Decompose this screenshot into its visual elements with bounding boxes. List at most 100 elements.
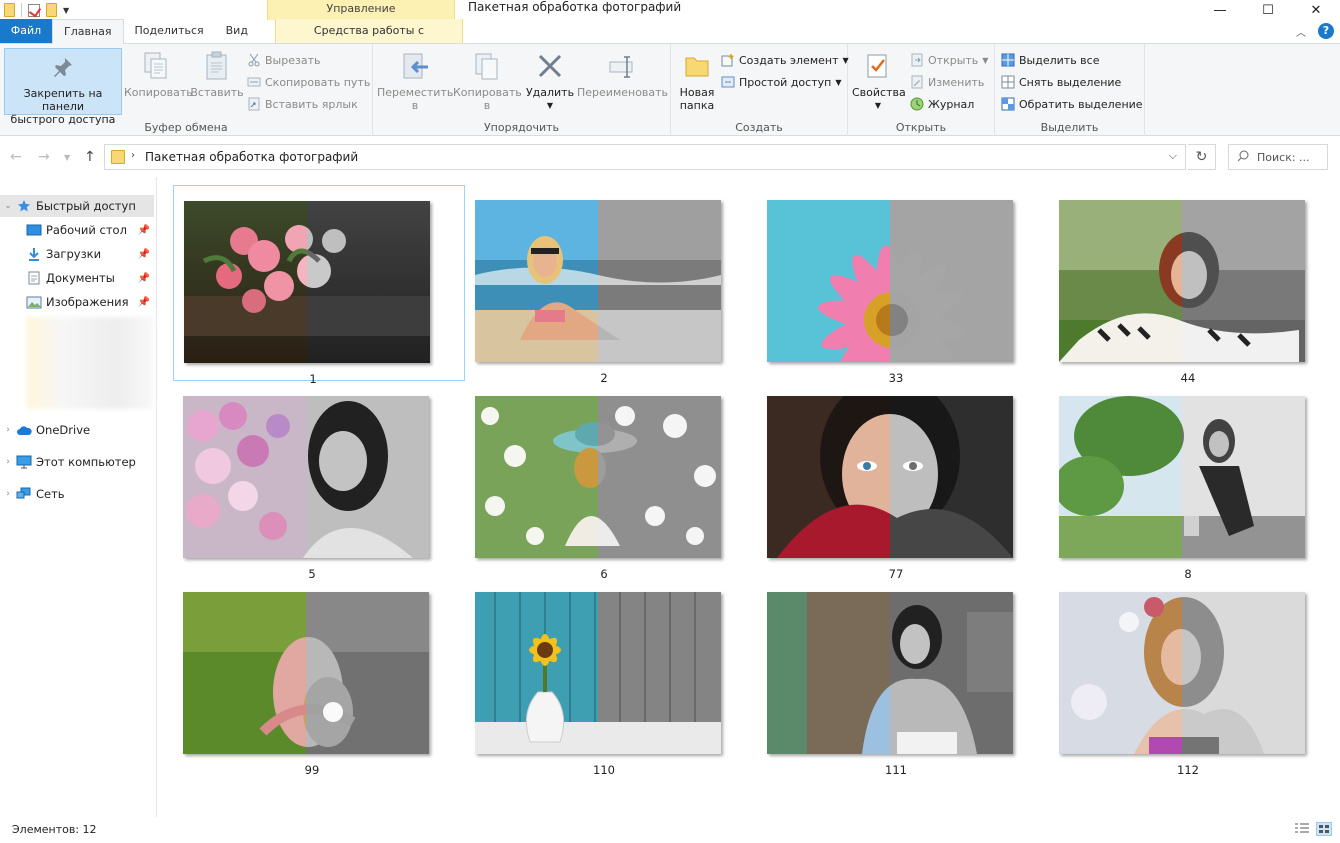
tab-file[interactable]: Файл xyxy=(0,19,52,43)
back-arrow-icon[interactable]: ← xyxy=(10,149,22,165)
refresh-button[interactable]: ↻ xyxy=(1188,144,1216,170)
expand-chevron-icon[interactable]: › xyxy=(0,489,16,499)
properties-button[interactable]: Свойства ▼ xyxy=(852,48,906,112)
minimize-button[interactable]: — xyxy=(1196,0,1244,20)
copy-to-label-1: Копировать xyxy=(453,86,522,99)
items-count: Элементов: 12 xyxy=(12,823,97,836)
nav-label-onedrive: OneDrive xyxy=(36,423,91,437)
file-label[interactable]: 112 xyxy=(1049,763,1327,777)
file-tile[interactable]: 2 xyxy=(465,185,757,385)
file-tile[interactable]: 77 xyxy=(757,381,1049,581)
file-tile[interactable]: 8 xyxy=(1049,381,1340,581)
beach-woman-photo-icon xyxy=(475,200,721,362)
address-bar[interactable]: › Пакетная обработка фотографий ⌵ xyxy=(104,144,1186,170)
collapse-chevron-icon[interactable]: ⌄ xyxy=(0,201,16,211)
nav-item-network[interactable]: › Сеть xyxy=(0,483,154,505)
file-tile[interactable]: 33 xyxy=(757,185,1049,385)
invert-selection-button[interactable]: Обратить выделение xyxy=(1001,94,1143,114)
edit-button[interactable]: Изменить xyxy=(910,72,984,92)
details-view-icon[interactable] xyxy=(1294,822,1310,836)
file-tile[interactable]: 44 xyxy=(1049,185,1340,385)
customize-qat-icon[interactable]: ▼ xyxy=(63,6,69,15)
copy-button[interactable]: Копировать xyxy=(124,48,193,99)
nav-item-onedrive[interactable]: › OneDrive xyxy=(0,419,154,441)
paste-shortcut-button[interactable]: Вставить ярлык xyxy=(247,94,358,114)
open-dropdown-icon: ▼ xyxy=(982,55,989,65)
folder-icon[interactable] xyxy=(4,3,15,17)
rename-button[interactable]: Переименовать xyxy=(577,48,668,99)
tab-view[interactable]: Вид xyxy=(215,19,259,43)
new-folder-label-2: папка xyxy=(679,99,715,112)
breadcrumb-chevron-icon[interactable]: › xyxy=(131,150,135,161)
tab-picture-tools[interactable]: Средства работы с рисунками xyxy=(274,19,463,61)
forward-arrow-icon[interactable]: → xyxy=(38,149,50,165)
folder-icon xyxy=(111,150,125,164)
recent-locations-icon[interactable]: ▼ xyxy=(64,153,70,162)
nav-item-quick-access[interactable]: ⌄ Быстрый доступ xyxy=(0,195,154,217)
open-button[interactable]: Открыть ▼ xyxy=(910,50,988,70)
copy-to-button[interactable]: Копировать в xyxy=(453,48,522,112)
help-icon[interactable]: ? xyxy=(1318,23,1334,39)
large-icons-view-icon[interactable] xyxy=(1316,822,1332,836)
nav-item-this-pc[interactable]: › Этот компьютер xyxy=(0,451,154,473)
file-label[interactable]: 111 xyxy=(757,763,1035,777)
tab-share[interactable]: Поделиться xyxy=(124,19,215,43)
file-tile[interactable]: 5 xyxy=(173,381,465,581)
easy-access-button[interactable]: Простой доступ ▼ xyxy=(721,72,841,92)
tab-home[interactable]: Главная xyxy=(52,19,124,44)
nav-label-downloads: Загрузки xyxy=(46,247,102,261)
delete-button[interactable]: Удалить ▼ xyxy=(525,48,575,112)
file-tile[interactable]: 99 xyxy=(173,577,465,777)
copy-path-button[interactable]: Скопировать путь xyxy=(247,72,370,92)
file-tile[interactable]: 110 xyxy=(465,577,757,777)
search-input[interactable]: Поиск: ... xyxy=(1228,144,1328,170)
open-group: Свойства ▼ Открыть ▼ Изменить Журнал Отк… xyxy=(848,44,995,136)
nav-item-downloads[interactable]: Загрузки 📌 xyxy=(0,243,154,265)
breadcrumb[interactable]: Пакетная обработка фотографий xyxy=(145,150,358,164)
file-tile[interactable]: 1 xyxy=(173,185,465,386)
ribbon-collapse-icon[interactable]: ︿ xyxy=(1296,24,1306,39)
history-button[interactable]: Журнал xyxy=(910,94,974,114)
file-label[interactable]: 99 xyxy=(173,763,451,777)
expand-chevron-icon[interactable]: › xyxy=(0,425,16,435)
select-all-button[interactable]: Выделить все xyxy=(1001,50,1099,70)
rename-icon xyxy=(606,50,638,82)
move-to-button[interactable]: Переместить в xyxy=(377,48,453,112)
new-group-label: Создать xyxy=(735,121,783,134)
nav-item-pictures[interactable]: Изображения 📌 xyxy=(0,291,154,313)
select-all-label: Выделить все xyxy=(1019,53,1100,67)
select-none-button[interactable]: Снять выделение xyxy=(1001,72,1121,92)
properties-icon[interactable] xyxy=(28,3,40,17)
file-label[interactable]: 110 xyxy=(465,763,743,777)
copy-to-label-2: в xyxy=(483,99,491,112)
new-item-button[interactable]: Создать элемент ▼ xyxy=(721,50,849,70)
clipboard-group: Закрепить на панели быстрого доступа Коп… xyxy=(0,44,373,136)
maximize-button[interactable]: ☐ xyxy=(1244,0,1292,20)
edit-label: Изменить xyxy=(928,75,985,89)
file-tile[interactable]: 111 xyxy=(757,577,1049,777)
new-group: Новая папка Создать элемент ▼ Простой до… xyxy=(671,44,849,136)
scissors-icon xyxy=(247,53,261,67)
paste-button[interactable]: Вставить xyxy=(190,48,244,99)
properties-dropdown-icon[interactable]: ▼ xyxy=(852,99,904,112)
new-folder-icon[interactable] xyxy=(46,3,57,17)
delete-dropdown-icon[interactable]: ▼ xyxy=(525,99,575,112)
woman-on-grass-photo-icon xyxy=(1059,200,1305,362)
expand-chevron-icon[interactable]: › xyxy=(0,457,16,467)
file-tile[interactable]: 112 xyxy=(1049,577,1340,777)
address-dropdown-icon[interactable]: ⌵ xyxy=(1169,149,1177,163)
nav-item-desktop[interactable]: Рабочий стол 📌 xyxy=(0,219,154,241)
separator xyxy=(21,3,22,17)
file-view: 1 2 33 44 5 6 77 8 99 110 111 112 xyxy=(158,177,1340,817)
pin-quick-access-button[interactable]: Закрепить на панели быстрого доступа xyxy=(4,48,122,126)
new-folder-button[interactable]: Новая папка xyxy=(675,48,719,112)
nav-item-documents[interactable]: Документы 📌 xyxy=(0,267,154,289)
cut-button[interactable]: Вырезать xyxy=(247,50,320,70)
pin-icon: 📌 xyxy=(137,224,150,236)
up-arrow-icon[interactable]: ↑ xyxy=(84,149,96,165)
computer-icon xyxy=(16,455,32,469)
select-group: Выделить все Снять выделение Обратить вы… xyxy=(995,44,1145,136)
file-tile[interactable]: 6 xyxy=(465,381,757,581)
pink-daisy-photo-icon xyxy=(767,200,1013,362)
close-button[interactable]: ✕ xyxy=(1292,0,1340,20)
